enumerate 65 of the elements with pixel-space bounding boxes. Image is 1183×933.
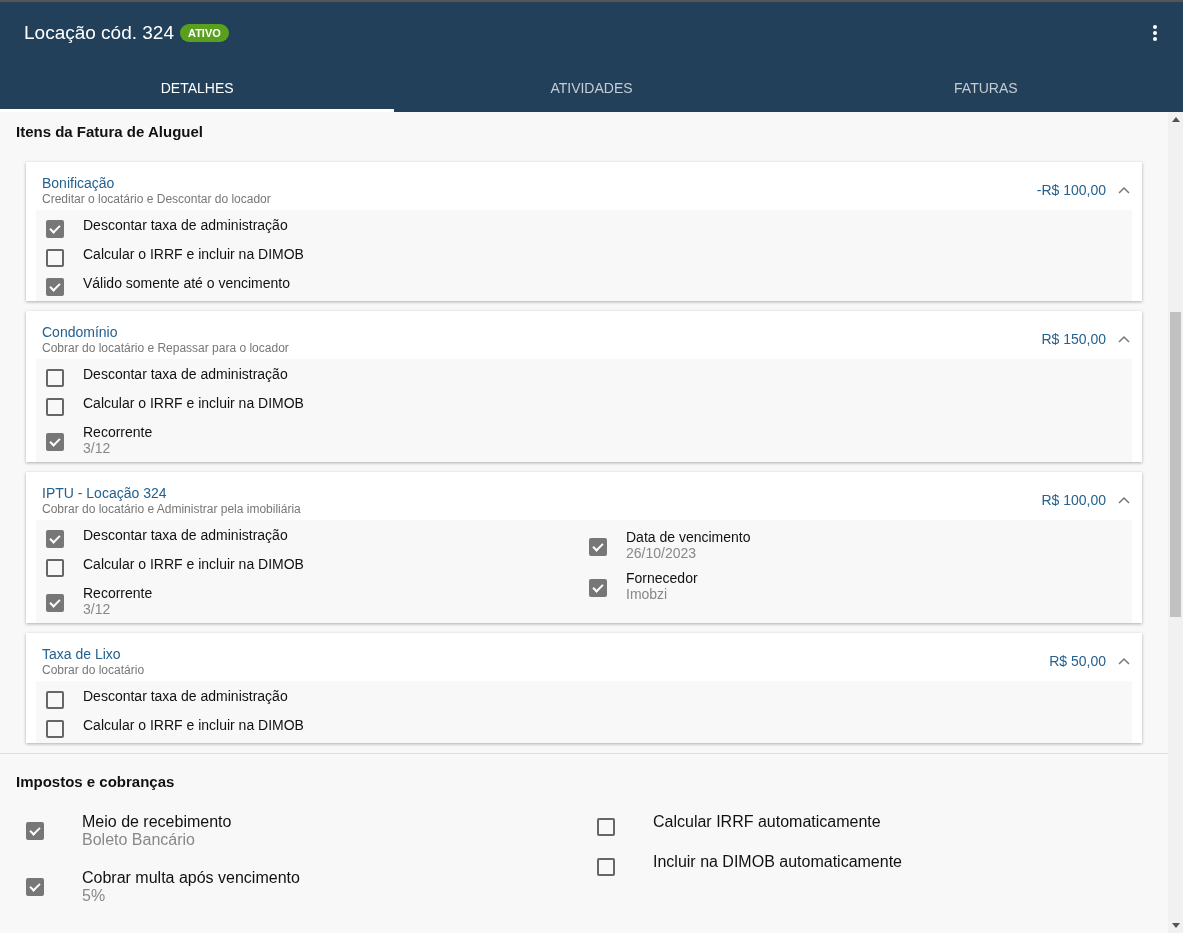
checkbox[interactable] — [589, 538, 607, 556]
option-label: Calcular o IRRF e incluir na DIMOB — [83, 717, 304, 733]
checkbox[interactable] — [589, 579, 607, 597]
page-title: Locação cód. 324 — [24, 22, 174, 44]
option-label: Incluir na DIMOB automaticamente — [653, 853, 902, 871]
item-amount: R$ 50,00 — [1049, 653, 1106, 669]
checkbox[interactable] — [597, 858, 615, 876]
option-label: Descontar taxa de administração — [83, 688, 288, 704]
checkbox[interactable] — [26, 878, 44, 896]
option-value: 5% — [82, 887, 107, 905]
option-value: 3/12 — [83, 440, 112, 456]
section-heading: Itens da Fatura de Aluguel — [16, 123, 204, 140]
checkbox[interactable] — [46, 398, 64, 416]
option-label: Descontar taxa de administração — [83, 366, 288, 382]
option-value: Boleto Bancário — [82, 831, 196, 849]
status-badge: ATIVO — [180, 24, 229, 42]
option-label: Calcular o IRRF e incluir na DIMOB — [83, 246, 304, 262]
checkbox[interactable] — [46, 369, 64, 387]
checkbox[interactable] — [46, 559, 64, 577]
tab[interactable]: FATURAS — [788, 64, 1183, 112]
collapse-chevron-icon[interactable] — [1116, 655, 1132, 667]
scroll-down-arrow-icon[interactable] — [1171, 923, 1180, 928]
option-label: Cobrar multa após vencimento — [82, 869, 300, 887]
option-label: Meio de recebimento — [82, 813, 232, 831]
option-label: Fornecedor — [626, 570, 698, 586]
option-label: Recorrente — [83, 424, 153, 440]
option-label: Válido somente até o vencimento — [83, 275, 290, 291]
item-title: Bonificação — [42, 174, 116, 191]
option-value: 26/10/2023 — [626, 545, 698, 561]
item-subtitle: Creditar o locatário e Descontar do locador — [42, 191, 272, 206]
item-title: IPTU - Locação 324 — [42, 484, 168, 501]
checkbox[interactable] — [46, 530, 64, 548]
option-label: Recorrente — [83, 585, 153, 601]
checkbox[interactable] — [46, 433, 64, 451]
option-label: Calcular o IRRF e incluir na DIMOB — [83, 556, 304, 572]
option-label: Descontar taxa de administração — [83, 527, 288, 543]
item-title: Taxa de Lixo — [42, 645, 122, 662]
item-amount: R$ 150,00 — [1041, 331, 1106, 347]
checkbox[interactable] — [46, 720, 64, 738]
item-subtitle: Cobrar do locatário — [42, 662, 146, 677]
item-amount: -R$ 100,00 — [1036, 182, 1106, 198]
option-value: Imobzi — [626, 586, 669, 602]
checkbox[interactable] — [46, 594, 64, 612]
scroll-up-arrow-icon[interactable] — [1171, 117, 1180, 122]
checkbox[interactable] — [46, 691, 64, 709]
option-label: Descontar taxa de administração — [83, 217, 288, 233]
checkbox[interactable] — [26, 822, 44, 840]
checkbox[interactable] — [46, 249, 64, 267]
item-amount: R$ 100,00 — [1041, 492, 1106, 508]
tab[interactable]: DETALHES — [0, 64, 395, 112]
item-subtitle: Cobrar do locatário e Administrar pela imobiliária — [42, 501, 302, 516]
collapse-chevron-icon[interactable] — [1116, 494, 1132, 506]
option-label: Data de vencimento — [626, 529, 751, 545]
checkbox[interactable] — [46, 278, 64, 296]
collapse-chevron-icon[interactable] — [1116, 184, 1132, 196]
tab[interactable]: ATIVIDADES — [394, 64, 789, 112]
option-label: Calcular IRRF automaticamente — [653, 813, 881, 831]
checkbox[interactable] — [597, 818, 615, 836]
item-subtitle: Cobrar do locatário e Repassar para o locador — [42, 340, 290, 355]
collapse-chevron-icon[interactable] — [1116, 333, 1132, 345]
checkbox[interactable] — [46, 220, 64, 238]
option-value: 3/12 — [83, 601, 112, 617]
option-label: Calcular o IRRF e incluir na DIMOB — [83, 395, 304, 411]
item-title: Condomínio — [42, 323, 119, 340]
section-heading: Impostos e cobranças — [16, 773, 176, 790]
